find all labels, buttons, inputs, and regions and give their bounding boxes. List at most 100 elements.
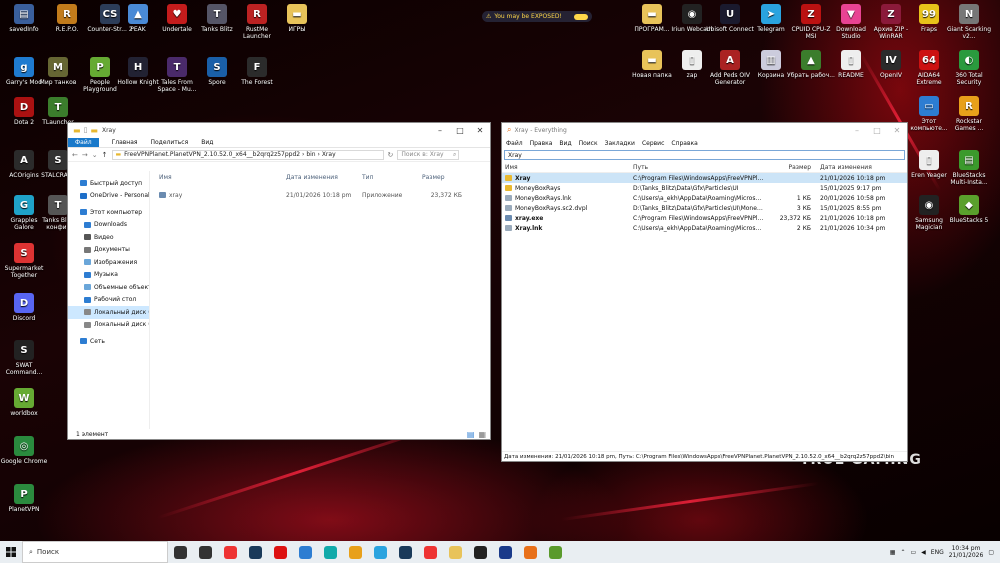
desktop-shortcut[interactable]: S Supermarket Together bbox=[0, 243, 48, 279]
language-indicator[interactable]: ENG bbox=[931, 549, 944, 556]
maximize-button[interactable]: □ bbox=[450, 126, 470, 135]
yandex-taskbar-button[interactable] bbox=[218, 541, 243, 563]
desktop-shortcut[interactable]: F The Forest bbox=[233, 57, 281, 86]
nav-item[interactable]: Локальный диск (D:) bbox=[68, 319, 149, 332]
column-name[interactable]: Имя bbox=[502, 164, 633, 171]
back-arrow-icon[interactable]: ← bbox=[72, 151, 78, 159]
menu-item[interactable]: Поиск bbox=[579, 140, 598, 147]
result-row[interactable]: Xray C:\Program Files\WindowsApps\FreeVPN… bbox=[502, 173, 907, 183]
tray-app-icon[interactable]: ▦ bbox=[890, 549, 896, 556]
app-taskbar-button[interactable] bbox=[293, 541, 318, 563]
new-folder-icon[interactable]: ▬ bbox=[90, 126, 98, 135]
nav-item[interactable]: Документы bbox=[68, 244, 149, 257]
explorer-taskbar-button[interactable] bbox=[443, 541, 468, 563]
address-path[interactable]: ▬ FreeVPNPlanet.PlanetVPN_2.10.52.0_x64_… bbox=[111, 149, 384, 160]
menu-item[interactable]: Закладки bbox=[605, 140, 635, 147]
column-date[interactable]: Дата изменения bbox=[286, 174, 362, 181]
minimize-button[interactable]: – bbox=[430, 126, 450, 135]
desktop-shortcut[interactable]: R R.E.P.O. bbox=[43, 4, 91, 33]
desktop-shortcut[interactable]: ▬ ИГРЫ bbox=[273, 4, 321, 33]
properties-icon[interactable]: ▯ bbox=[84, 126, 88, 134]
nav-item[interactable]: Изображения bbox=[68, 256, 149, 269]
close-button[interactable]: ✕ bbox=[470, 126, 490, 135]
everything-taskbar-button[interactable] bbox=[518, 541, 543, 563]
network-icon[interactable]: ▭ bbox=[911, 549, 917, 556]
maximize-button[interactable]: □ bbox=[867, 126, 887, 135]
media-taskbar-button[interactable] bbox=[243, 541, 268, 563]
desktop-shortcut[interactable]: ◎ Google Chrome bbox=[0, 436, 48, 465]
column-path[interactable]: Путь bbox=[633, 164, 765, 171]
minecraft-taskbar-button[interactable] bbox=[543, 541, 568, 563]
tiles-view-icon[interactable]: ▦ bbox=[478, 430, 486, 439]
terminal-taskbar-button[interactable] bbox=[468, 541, 493, 563]
notifications-icon[interactable]: ▢ bbox=[988, 549, 994, 556]
nav-item[interactable]: OneDrive - Personal bbox=[68, 190, 149, 203]
column-size[interactable]: Размер bbox=[765, 164, 815, 171]
menu-item[interactable]: Сервис bbox=[642, 140, 664, 147]
ribbon-tab-share[interactable]: Поделиться bbox=[151, 139, 189, 146]
steam-taskbar-button[interactable] bbox=[393, 541, 418, 563]
ribbon-tab-file[interactable]: Файл bbox=[68, 137, 99, 147]
column-type[interactable]: Тип bbox=[362, 174, 422, 181]
nav-item[interactable]: Музыка bbox=[68, 269, 149, 282]
menu-item[interactable]: Правка bbox=[530, 140, 553, 147]
column-date[interactable]: Дата изменения bbox=[815, 164, 905, 171]
notification-toggle[interactable] bbox=[574, 13, 588, 20]
taskbar-search-input[interactable]: ⌕ Поиск bbox=[22, 541, 168, 563]
yandex-browser-taskbar-button[interactable] bbox=[418, 541, 443, 563]
telegram-taskbar-button[interactable] bbox=[368, 541, 393, 563]
nav-item[interactable]: Видео bbox=[68, 231, 149, 244]
start-button[interactable] bbox=[0, 547, 22, 557]
forward-arrow-icon[interactable]: → bbox=[82, 151, 88, 159]
ribbon-tab-view[interactable]: Вид bbox=[201, 139, 213, 146]
up-arrow-icon[interactable]: ↑ bbox=[102, 151, 108, 159]
edge-taskbar-button[interactable] bbox=[318, 541, 343, 563]
desktop-shortcut[interactable]: Wworldbox bbox=[0, 388, 48, 417]
menu-item[interactable]: Вид bbox=[559, 140, 571, 147]
menu-item[interactable]: Файл bbox=[506, 140, 523, 147]
desktop-shortcut[interactable]: ▤ BlueStacks Multi-Insta... bbox=[945, 150, 993, 186]
chevron-up-icon[interactable]: ⌃ bbox=[900, 549, 905, 556]
explorer-titlebar[interactable]: ▬ ▯ ▬ Xray – □ ✕ bbox=[68, 123, 490, 137]
desktop-shortcut[interactable]: M Мир танков bbox=[34, 57, 82, 86]
nav-item[interactable]: Этот компьютер bbox=[68, 206, 149, 219]
nav-item[interactable]: Объемные объекты bbox=[68, 281, 149, 294]
nav-item[interactable]: Downloads bbox=[68, 219, 149, 232]
details-view-icon[interactable]: ▤ bbox=[467, 430, 475, 439]
minimize-button[interactable]: – bbox=[847, 126, 867, 135]
file-row[interactable]: xray 21/01/2026 10:18 pm Приложение 23,3… bbox=[152, 189, 490, 201]
menu-item[interactable]: Справка bbox=[671, 140, 697, 147]
desktop-shortcut[interactable]: ▭ Этот компьюте... bbox=[905, 96, 953, 132]
close-button[interactable]: ✕ bbox=[887, 126, 907, 135]
desktop-shortcut[interactable]: ◐ 360 Total Security bbox=[945, 50, 993, 86]
nav-item[interactable]: Сеть bbox=[68, 335, 149, 348]
result-row[interactable]: MoneyBoxRays.lnk C:\Users\a_ekh\AppData\R… bbox=[502, 193, 907, 203]
desktop-shortcut[interactable]: S SWAT Command... bbox=[0, 340, 48, 376]
everything-titlebar[interactable]: ⌕ Xray - Everything – □ ✕ bbox=[502, 123, 907, 137]
exposed-notification[interactable]: ⚠ You may be EXPOSED! bbox=[482, 11, 592, 22]
desktop-shortcut[interactable]: D Discord bbox=[0, 293, 48, 322]
result-row[interactable]: MoneyBoxRays.sc2.dvpl D:\Tanks_Blitz\Data… bbox=[502, 203, 907, 213]
task-view-taskbar-button[interactable] bbox=[193, 541, 218, 563]
refresh-icon[interactable]: ↻ bbox=[388, 151, 394, 159]
desktop-shortcut[interactable]: N Giant Scarking v2... bbox=[945, 4, 993, 40]
nav-item[interactable]: Локальный диск (C:) bbox=[68, 306, 149, 319]
cortana-taskbar-button[interactable] bbox=[168, 541, 193, 563]
column-name[interactable]: Имя bbox=[152, 174, 286, 181]
monitor-taskbar-button[interactable] bbox=[493, 541, 518, 563]
desktop-shortcut[interactable]: ▤ savedInfo bbox=[0, 4, 48, 33]
ribbon-tab-home[interactable]: Главная bbox=[112, 139, 138, 146]
nav-item[interactable]: Быстрый доступ bbox=[68, 177, 149, 190]
chrome-taskbar-button[interactable] bbox=[343, 541, 368, 563]
everything-search-input[interactable]: Xray bbox=[504, 150, 905, 160]
nav-item[interactable]: Рабочий стол bbox=[68, 294, 149, 307]
column-size[interactable]: Размер bbox=[422, 174, 462, 181]
desktop-shortcut[interactable]: P PlanetVPN bbox=[0, 484, 48, 513]
clock[interactable]: 10:34 pm 21/01/2026 bbox=[949, 545, 984, 559]
volume-icon[interactable]: ◀ bbox=[921, 549, 926, 556]
opera-taskbar-button[interactable] bbox=[268, 541, 293, 563]
result-row[interactable]: MoneyBoxRays D:\Tanks_Blitz\Data\Gfx\Part… bbox=[502, 183, 907, 193]
folder-search-input[interactable]: Поиск в: Xray ⌕ bbox=[397, 149, 460, 160]
desktop-shortcut[interactable]: ◆ BlueStacks 5 bbox=[945, 195, 993, 224]
result-row[interactable]: xray.exe C:\Program Files\WindowsApps\Fre… bbox=[502, 213, 907, 223]
